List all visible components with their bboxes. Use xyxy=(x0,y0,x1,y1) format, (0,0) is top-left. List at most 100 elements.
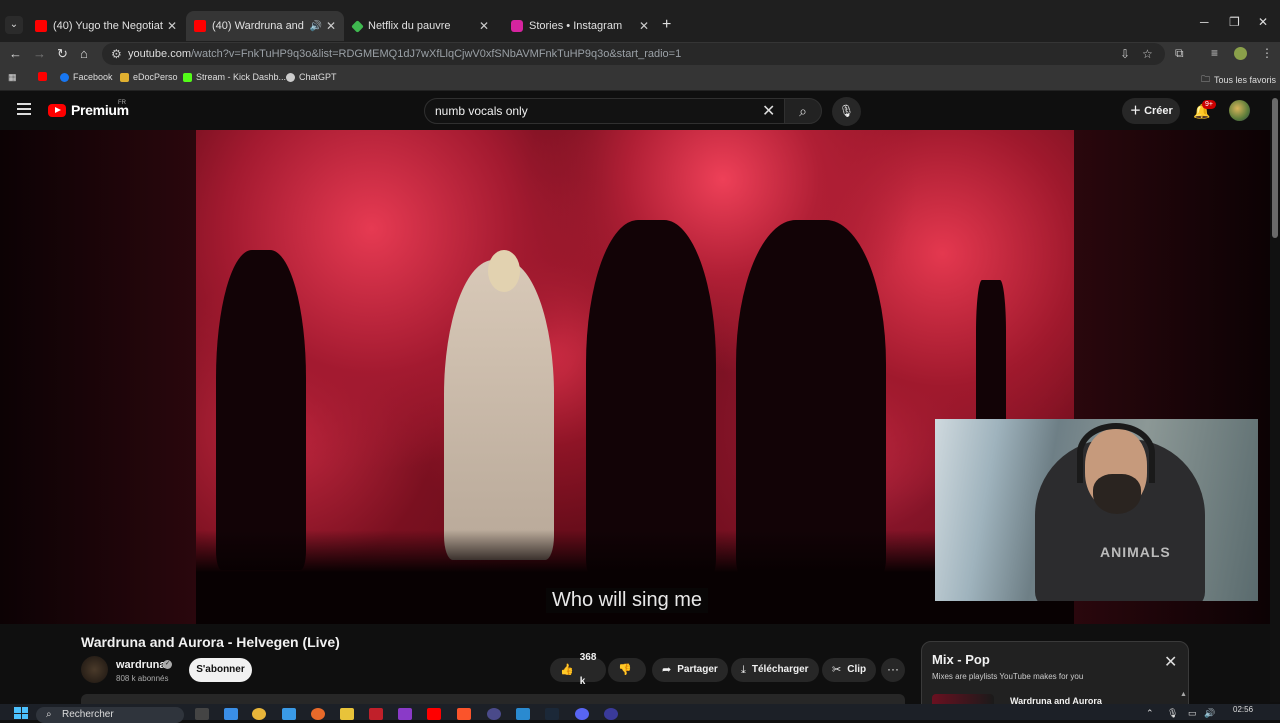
app-icon[interactable] xyxy=(487,708,501,720)
channel-avatar[interactable] xyxy=(81,656,108,683)
singer-head xyxy=(488,250,520,292)
shirt-print: ANIMALS xyxy=(1100,544,1171,560)
home-icon[interactable]: ⌂ xyxy=(80,46,88,61)
search-input[interactable]: numb vocals only xyxy=(424,98,786,124)
microphone-tray-icon[interactable]: 🎙 xyxy=(1167,708,1178,719)
bookmark-youtube[interactable] xyxy=(38,72,47,81)
clock-time[interactable]: 02:56 xyxy=(1233,705,1253,714)
close-icon[interactable]: ✕ xyxy=(1164,652,1177,672)
description-box[interactable] xyxy=(81,694,905,704)
task-view-icon[interactable] xyxy=(195,708,209,720)
app-icon[interactable] xyxy=(311,708,325,720)
tab-title: Stories • Instagram xyxy=(529,20,623,32)
address-bar[interactable]: ⚙ youtube.com/watch?v=FnkTuHP9q3o&list=R… xyxy=(102,43,1165,65)
forward-icon[interactable]: → xyxy=(33,46,46,61)
apps-grid-icon[interactable]: ▦ xyxy=(8,72,17,83)
install-app-icon[interactable]: ⇩ xyxy=(1120,43,1130,65)
browser-menu-icon[interactable]: ⋮ xyxy=(1261,46,1273,60)
bookmark-label: ChatGPT xyxy=(299,72,337,82)
youtube-favicon-icon xyxy=(35,20,47,32)
store-icon[interactable] xyxy=(282,708,296,720)
playlist-scroll-up-icon[interactable]: ▲ xyxy=(1180,691,1187,698)
bookmark-chatgpt[interactable]: ChatGPT xyxy=(286,72,337,82)
create-button[interactable]: ＋ Créer xyxy=(1122,98,1180,124)
bookmark-facebook[interactable]: Facebook xyxy=(60,72,113,82)
page-scrollbar[interactable] xyxy=(1270,92,1280,702)
dislike-button[interactable]: 👎 xyxy=(608,658,646,682)
more-actions-button[interactable]: ··· xyxy=(881,658,905,682)
extensions-icon[interactable]: ⧉ xyxy=(1175,46,1184,61)
all-bookmarks-folder[interactable]: 🗀 Tous les favoris xyxy=(1201,72,1276,88)
windows-start-icon[interactable] xyxy=(14,707,28,719)
silhouette xyxy=(216,250,306,570)
media-control-icon[interactable]: ≡ xyxy=(1211,46,1218,60)
youtube-play-icon xyxy=(48,103,66,117)
netflix-du-pauvre-favicon-icon xyxy=(351,19,364,33)
youtube-icon[interactable] xyxy=(427,708,441,720)
chrome-icon[interactable] xyxy=(252,708,266,720)
close-window-icon[interactable]: ✕ xyxy=(1258,15,1268,29)
url-path: /watch?v=FnkTuHP9q3o&list=RDGMEMQ1dJ7wXf… xyxy=(190,48,682,60)
copilot-icon[interactable] xyxy=(224,708,238,720)
silhouette xyxy=(586,220,716,580)
close-tab-icon[interactable]: ✕ xyxy=(326,19,336,33)
speaker-icon[interactable]: 🔊 xyxy=(309,21,321,32)
download-button[interactable]: ⤓ Télécharger xyxy=(731,658,819,682)
browser-tab[interactable]: (40) Yugo the Negotiator Episo ✕ xyxy=(27,11,185,41)
youtube-favicon-icon xyxy=(194,20,206,32)
facebook-icon xyxy=(60,72,69,82)
tray-overflow-icon[interactable]: ⌃ xyxy=(1146,708,1154,719)
video-title: Wardruna and Aurora - Helvegen (Live) xyxy=(81,634,340,650)
site-info-icon[interactable]: ⚙ xyxy=(111,43,122,65)
clear-search-icon[interactable]: ✕ xyxy=(762,101,775,121)
back-icon[interactable]: ← xyxy=(9,46,22,61)
share-button[interactable]: ➦ Partager xyxy=(652,658,728,682)
profile-avatar[interactable] xyxy=(1234,47,1247,60)
close-tab-icon[interactable]: ✕ xyxy=(639,19,649,33)
share-label: Partager xyxy=(677,664,718,675)
reload-icon[interactable]: ↻ xyxy=(57,46,68,62)
subscribe-button[interactable]: S'abonner xyxy=(189,658,252,682)
scrollbar-thumb[interactable] xyxy=(1272,98,1278,238)
app-icon[interactable] xyxy=(604,708,618,720)
tab-search-button[interactable]: ⌄ xyxy=(5,16,23,34)
app-icon[interactable] xyxy=(398,708,412,720)
file-explorer-icon[interactable] xyxy=(340,708,354,720)
silhouette xyxy=(736,220,886,580)
verified-check-icon: ✓ xyxy=(163,660,172,669)
close-tab-icon[interactable]: ✕ xyxy=(479,19,489,33)
app-icon[interactable] xyxy=(516,708,530,720)
youtube-premium-logo[interactable]: Premium FR xyxy=(48,100,129,118)
voice-search-button[interactable]: 🎙 xyxy=(832,97,861,126)
edocperso-icon xyxy=(120,72,129,82)
like-button[interactable]: 👍 368 k xyxy=(550,652,606,687)
brave-icon[interactable] xyxy=(457,708,471,720)
discord-icon[interactable] xyxy=(575,708,589,720)
hamburger-menu-icon[interactable] xyxy=(17,103,31,115)
network-icon[interactable]: ▭ xyxy=(1188,708,1197,719)
app-icon[interactable] xyxy=(369,708,383,720)
channel-name[interactable]: wardruna xyxy=(116,659,166,671)
steam-icon[interactable] xyxy=(545,708,559,720)
youtube-icon xyxy=(38,72,47,81)
bookmark-edocperso[interactable]: eDocPerso xyxy=(120,72,178,82)
microphone-icon: 🎙 xyxy=(838,104,855,118)
taskbar-search-input[interactable]: Rechercher xyxy=(36,707,184,723)
volume-icon[interactable]: 🔊 xyxy=(1204,708,1215,719)
browser-tab-strip: ⌄ (40) Yugo the Negotiator Episo ✕ (40) … xyxy=(0,0,1280,42)
new-tab-button[interactable]: + xyxy=(662,16,671,34)
search-button[interactable]: ⌕ xyxy=(784,98,822,124)
clip-button[interactable]: ✂ Clip xyxy=(822,658,877,682)
close-tab-icon[interactable]: ✕ xyxy=(167,19,177,33)
clip-label: Clip xyxy=(847,664,867,675)
maximize-icon[interactable]: ❐ xyxy=(1229,15,1240,29)
bookmark-label: Stream - Kick Dashb... xyxy=(196,72,287,82)
browser-tab[interactable]: Netflix du pauvre ✕ xyxy=(345,11,497,41)
bookmark-star-icon[interactable]: ☆ xyxy=(1142,43,1153,65)
like-count: 368 k xyxy=(579,652,597,687)
browser-tab-active[interactable]: (40) Wardruna and Aurora 🔊 ✕ xyxy=(186,11,344,41)
browser-tab[interactable]: Stories • Instagram ✕ xyxy=(503,11,657,41)
bookmark-kick[interactable]: Stream - Kick Dashb... xyxy=(183,72,286,82)
account-avatar[interactable] xyxy=(1229,100,1250,121)
minimize-icon[interactable]: ─ xyxy=(1200,15,1209,29)
